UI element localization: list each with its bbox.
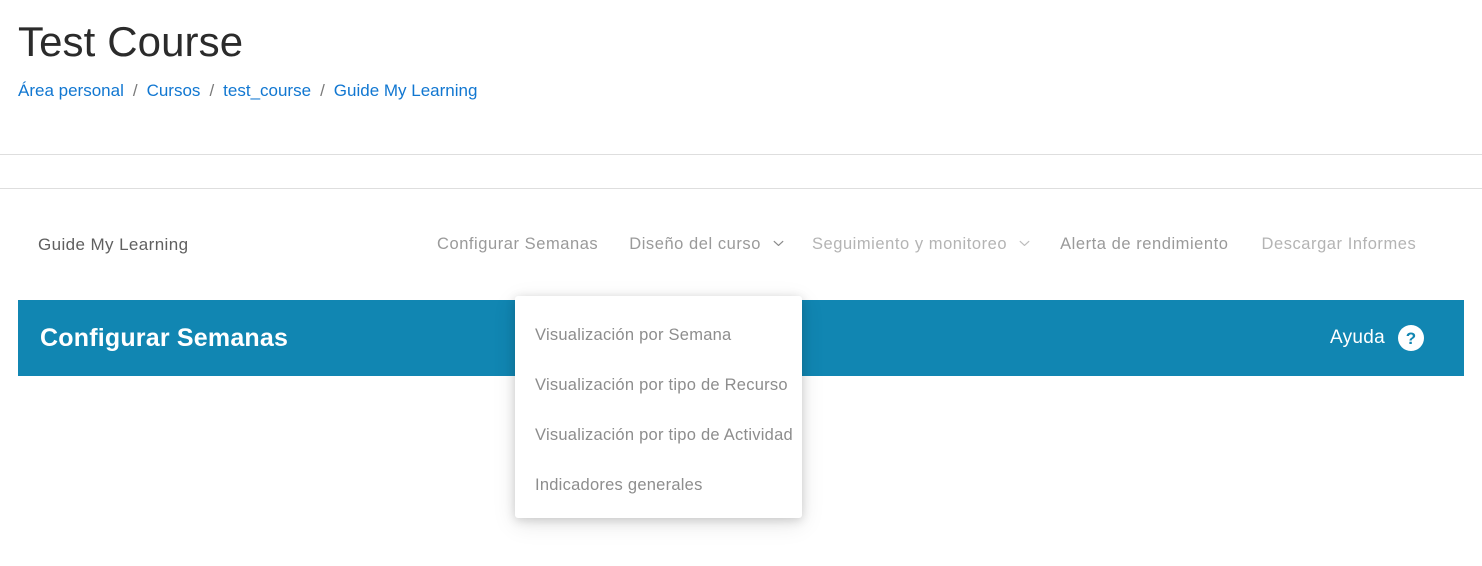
dropdown-item-label: Visualización por tipo de Recurso (535, 375, 788, 394)
nav-item-seguimiento-y-monitoreo[interactable]: Seguimiento y monitoreo (812, 235, 1030, 254)
nav-item-label: Seguimiento y monitoreo (811, 235, 1008, 253)
breadcrumb-separator: / (132, 81, 138, 101)
nav-item-label: Descargar Informes (1261, 235, 1417, 253)
dropdown-menu-diseno-del-curso: Visualización por Semana Visualización p… (515, 296, 802, 518)
dropdown-item-indicadores-generales[interactable]: Indicadores generales (515, 460, 802, 510)
dropdown-item-label: Visualización por tipo de Actividad (535, 425, 793, 444)
nav-item-label: Configurar Semanas (437, 235, 599, 253)
banner-title: Configurar Semanas (40, 323, 289, 352)
navbar-brand[interactable]: Guide My Learning (38, 235, 188, 255)
dropdown-item-label: Visualización por Semana (535, 325, 732, 344)
nav-item-label: Diseño del curso (629, 235, 761, 253)
nav-item-alerta-de-rendimiento[interactable]: Alerta de rendimiento (1060, 235, 1228, 254)
help-button[interactable]: Ayuda ? (1330, 325, 1446, 351)
breadcrumb-item-test-course[interactable]: test_course (223, 81, 311, 101)
nav-item-diseno-del-curso[interactable]: Diseño del curso (629, 235, 784, 254)
nav-item-descargar-informes[interactable]: Descargar Informes (1262, 235, 1417, 254)
breadcrumb: Área personal / Cursos / test_course / G… (18, 81, 1482, 101)
page-title: Test Course (18, 18, 244, 65)
breadcrumb-item-cursos[interactable]: Cursos (147, 81, 201, 101)
page-header: Test Course Área personal / Cursos / tes… (0, 0, 1482, 101)
dropdown-item-visualizacion-por-tipo-de-recurso[interactable]: Visualización por tipo de Recurso (515, 360, 802, 410)
header-divider-top (0, 154, 1482, 155)
breadcrumb-separator: / (209, 81, 215, 101)
navbar-items: Configurar Semanas Diseño del curso Segu… (437, 235, 1464, 254)
dropdown-item-visualizacion-por-tipo-de-actividad[interactable]: Visualización por tipo de Actividad (515, 410, 802, 460)
main-navbar: Guide My Learning Configurar Semanas Dis… (0, 189, 1482, 300)
nav-item-configurar-semanas[interactable]: Configurar Semanas (437, 235, 598, 254)
breadcrumb-item-area-personal[interactable]: Área personal (18, 81, 124, 101)
dropdown-item-label: Indicadores generales (535, 475, 703, 494)
nav-item-label: Alerta de rendimiento (1060, 235, 1229, 253)
chevron-down-icon (773, 238, 784, 249)
help-button-label: Ayuda (1329, 327, 1385, 348)
breadcrumb-separator: / (320, 81, 325, 101)
breadcrumb-item-guide-my-learning[interactable]: Guide My Learning (334, 81, 478, 101)
dropdown-item-visualizacion-por-semana[interactable]: Visualización por Semana (515, 310, 802, 360)
question-mark-icon: ? (1398, 325, 1424, 351)
chevron-down-icon (1019, 238, 1030, 249)
